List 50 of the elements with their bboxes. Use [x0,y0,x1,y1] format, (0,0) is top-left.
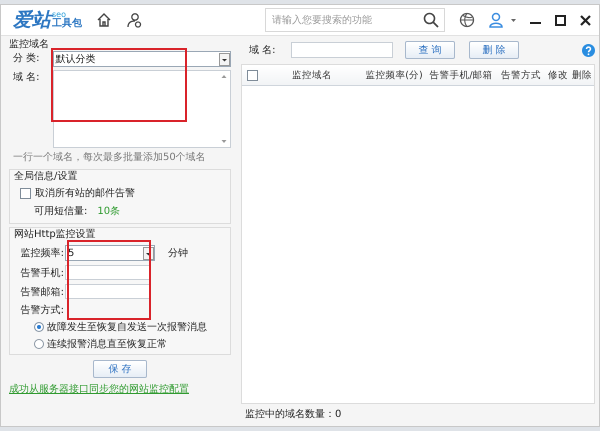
column-header: 告警方式 [500,68,542,82]
field-label: 告警方式: [20,304,64,317]
home-icon[interactable] [96,12,112,28]
field-label: 域 名: [249,44,277,57]
field-label: 域 名: [13,70,41,85]
checkbox[interactable] [20,188,31,198]
checkbox-label: 取消所有站的邮件告警 [35,186,135,200]
caret-icon[interactable] [511,18,516,22]
section-title: 全局信息/设置 [14,170,78,183]
domain-count: 监控中的域名数量：0 [244,408,342,422]
radio-button[interactable] [34,322,44,332]
radio-button[interactable] [34,339,44,349]
logo-subtitle: 工具包 [52,19,82,29]
user-icon[interactable] [489,12,503,28]
logo-superscript: seo [52,11,66,19]
search-icon[interactable] [423,12,439,28]
sms-count: 10条 [97,205,120,218]
phone-field[interactable] [65,265,151,280]
logo-text: 爱站 [13,7,51,33]
save-button[interactable]: 保 存 [93,360,147,378]
field-label: 监控频率: [20,246,64,260]
action-button[interactable]: 查 询 [405,41,455,59]
frequency-dropdown[interactable]: 5 [65,245,155,261]
domain-textarea[interactable] [53,70,231,148]
field-label: 可用短信量: [34,205,88,218]
column-header: 告警手机/邮箱 [428,68,494,82]
close-icon[interactable] [580,14,591,26]
column-header: 修改 [547,68,569,82]
email-field[interactable] [65,284,151,299]
radio-label: 故障发生至恢复自发送一次报警消息 [47,320,207,334]
field-label: 告警邮箱: [20,286,64,298]
column-header: 删除 [571,68,593,82]
help-icon[interactable] [582,44,595,56]
unit-label: 分钟 [168,246,188,260]
column-header: 监控频率(分) [364,68,424,82]
globe-icon[interactable] [459,12,475,28]
hint-text: 一行一个域名，每次最多批量添加50个域名 [13,151,207,164]
section-title: 监控域名 [9,38,50,51]
radio-label: 连续报警消息直至恢复正常 [47,338,167,351]
search-field[interactable]: 请输入您要搜索的功能 [265,8,445,32]
column-header: 监控域名 [291,68,333,82]
field-label: 分 类: [13,52,41,66]
maximize-icon[interactable] [555,14,566,26]
section-title: 网站Http监控设置 [14,228,97,241]
field-label: 告警手机: [20,266,64,280]
action-button[interactable]: 删 除 [469,41,519,59]
category-dropdown[interactable]: 默认分类 [52,51,231,67]
status-message: 成功从服务器接口同步您的网站监控配置 [9,382,190,396]
domain-search-field[interactable] [291,42,393,58]
checkbox[interactable] [246,70,258,80]
